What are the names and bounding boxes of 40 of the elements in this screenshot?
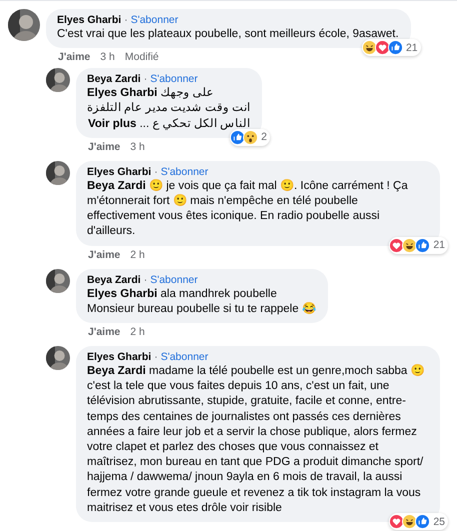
timestamp: 2 h — [130, 326, 145, 340]
comment-text: Elyes Gharbi ala mandhrek poubelle — [87, 286, 278, 302]
comment-text: Beya Zardi 🙂 je vois que ça fait mal 🙂. Icône carrément ! Ça m'étonnerait fort 🙂 mais n'empêche en télé poubelle effectivement vous êtes iconique. En radio poubelle aussi d'ailleurs. — [87, 178, 409, 240]
timestamp: 3 h — [130, 140, 145, 154]
separator-dot: · — [124, 14, 128, 27]
separator-dot: · — [154, 166, 158, 179]
separator-dot: · — [154, 351, 158, 364]
timestamp: 3 h — [100, 51, 115, 64]
follow-link[interactable]: S'abonner — [150, 73, 198, 86]
author-name[interactable]: Elyes Gharbi — [57, 14, 122, 27]
like-link[interactable]: J'aime — [88, 140, 120, 154]
author-name[interactable]: Beya Zardi — [87, 274, 141, 287]
reactions-badge[interactable]: 2 — [230, 128, 270, 146]
comment-text: انت وقت شديت مدير عام التلفزة — [87, 101, 250, 116]
reaction-count: 25 — [433, 516, 445, 528]
author-name[interactable]: Elyes Gharbi — [87, 351, 152, 364]
author-name[interactable]: Elyes Gharbi — [87, 166, 152, 179]
reaction-count: 21 — [406, 42, 418, 54]
separator-dot: · — [144, 274, 148, 287]
follow-link[interactable]: S'abonner — [160, 351, 208, 364]
like-link[interactable]: J'aime — [88, 248, 120, 262]
like-link[interactable]: J'aime — [58, 51, 90, 64]
separator-dot: · — [144, 73, 148, 86]
follow-link[interactable]: S'abonner — [130, 14, 178, 27]
timestamp: 2 h — [130, 248, 145, 262]
comment-text: الناس الكل تحكي ع ... — [140, 118, 250, 130]
follow-link[interactable]: S'abonner — [150, 274, 198, 287]
reactions-badge[interactable]: 25 — [389, 513, 448, 530]
comment-text: Monsieur bureau poubelle si tu te rappele 😂 — [87, 302, 316, 317]
author-name[interactable]: Beya Zardi — [87, 73, 141, 86]
edited-label: Modifié — [124, 51, 159, 64]
comment-text: C'est vrai que les plateaux poubelle, sont meilleurs école, 9asawet. — [57, 27, 399, 42]
comment-text: Beya Zardi madame la télé poubelle est un genre,moch sabba 🙂 c'est la tele que vous faites depuis 10 ans, c'est un fait, une télévision abrutissante, stupide, gratuite, facile et conne, entre-temps des centaines de journalistes ont passés ces dernières années a faire leur job et a servir la chose publique, alors fermez votre clapet et parlez des choses que vous connaissez et maîtrisez, mon bureau en tant que PDG a produit dimanche sport/ hajjema / dawwema/ jnoun 9ayla en 6 mois de travail, la aussi fermez votre grande gueule et revenez a tik tok instagram la vous maitrisez et vous etes drôle voir risible — [87, 364, 426, 516]
reaction-count: 21 — [433, 239, 445, 252]
reactions-badge[interactable]: 21 — [362, 39, 421, 56]
reaction-count: 2 — [261, 131, 267, 144]
follow-link[interactable]: S'abonner — [160, 166, 208, 179]
see-more-link[interactable]: Voir plus — [88, 118, 136, 130]
reactions-badge[interactable]: 21 — [389, 236, 448, 254]
like-link[interactable]: J'aime — [88, 326, 120, 340]
